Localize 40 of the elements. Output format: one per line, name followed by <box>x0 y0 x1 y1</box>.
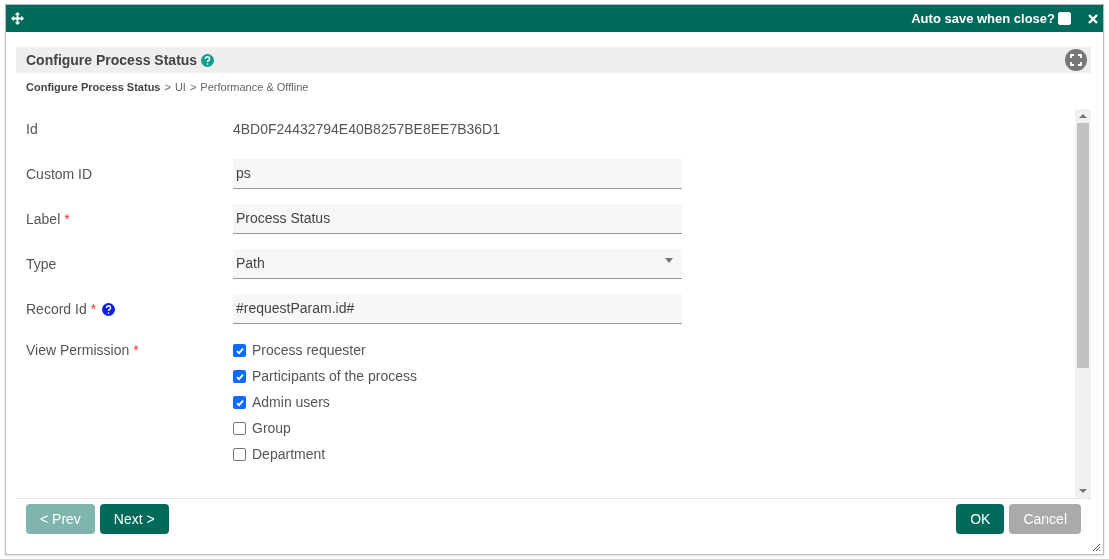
select-field[interactable]: Path <box>233 249 682 279</box>
breadcrumb-separator: > <box>164 79 171 95</box>
required-mark: * <box>64 209 70 229</box>
auto-save-label: Auto save when close? <box>911 9 1055 28</box>
checkbox-label: Group <box>252 419 291 438</box>
checkbox[interactable] <box>233 422 246 435</box>
input-field[interactable]: ps <box>233 159 682 189</box>
help-icon[interactable] <box>102 302 116 316</box>
action-button[interactable]: Next > <box>99 504 169 534</box>
field-value: 4BD0F24432794E40B8257BE8EE7B36D1 <box>233 119 500 139</box>
field-label: Record Id <box>26 299 87 319</box>
field-label: Id <box>26 119 38 139</box>
field-label: View Permission <box>26 341 130 360</box>
breadcrumb-item[interactable]: UI <box>174 78 186 96</box>
checkbox[interactable] <box>233 344 246 357</box>
move-icon[interactable] <box>11 12 24 25</box>
checkbox-label: Participants of the process <box>252 367 417 386</box>
input-field[interactable]: Process Status <box>233 204 682 234</box>
close-icon[interactable] <box>1088 13 1098 24</box>
checkbox[interactable] <box>233 396 246 409</box>
scrollbar[interactable] <box>1075 109 1091 498</box>
action-button[interactable]: OK <box>956 504 1005 534</box>
breadcrumb-separator: > <box>189 79 197 95</box>
required-mark: * <box>90 299 97 319</box>
checkbox-label: Process requester <box>252 341 366 360</box>
field-label: Label <box>26 209 61 229</box>
dropdown-caret-icon <box>665 258 673 263</box>
fullscreen-icon[interactable] <box>1065 49 1087 71</box>
field-label: Custom ID <box>26 164 93 184</box>
checkbox[interactable] <box>233 370 246 383</box>
checkbox[interactable] <box>233 448 246 461</box>
breadcrumb-item: Configure Process Status <box>26 79 161 95</box>
breadcrumb-item[interactable]: Performance & Offline <box>200 78 309 96</box>
checkbox-label: Admin users <box>252 393 330 412</box>
panel-title: Configure Process Status <box>26 50 198 70</box>
resize-handle-icon[interactable] <box>1093 544 1100 551</box>
checkbox-label: Department <box>252 445 326 464</box>
field-label: Type <box>26 254 57 274</box>
input-field[interactable]: #requestParam.id# <box>233 294 682 324</box>
required-mark: * <box>133 341 139 360</box>
